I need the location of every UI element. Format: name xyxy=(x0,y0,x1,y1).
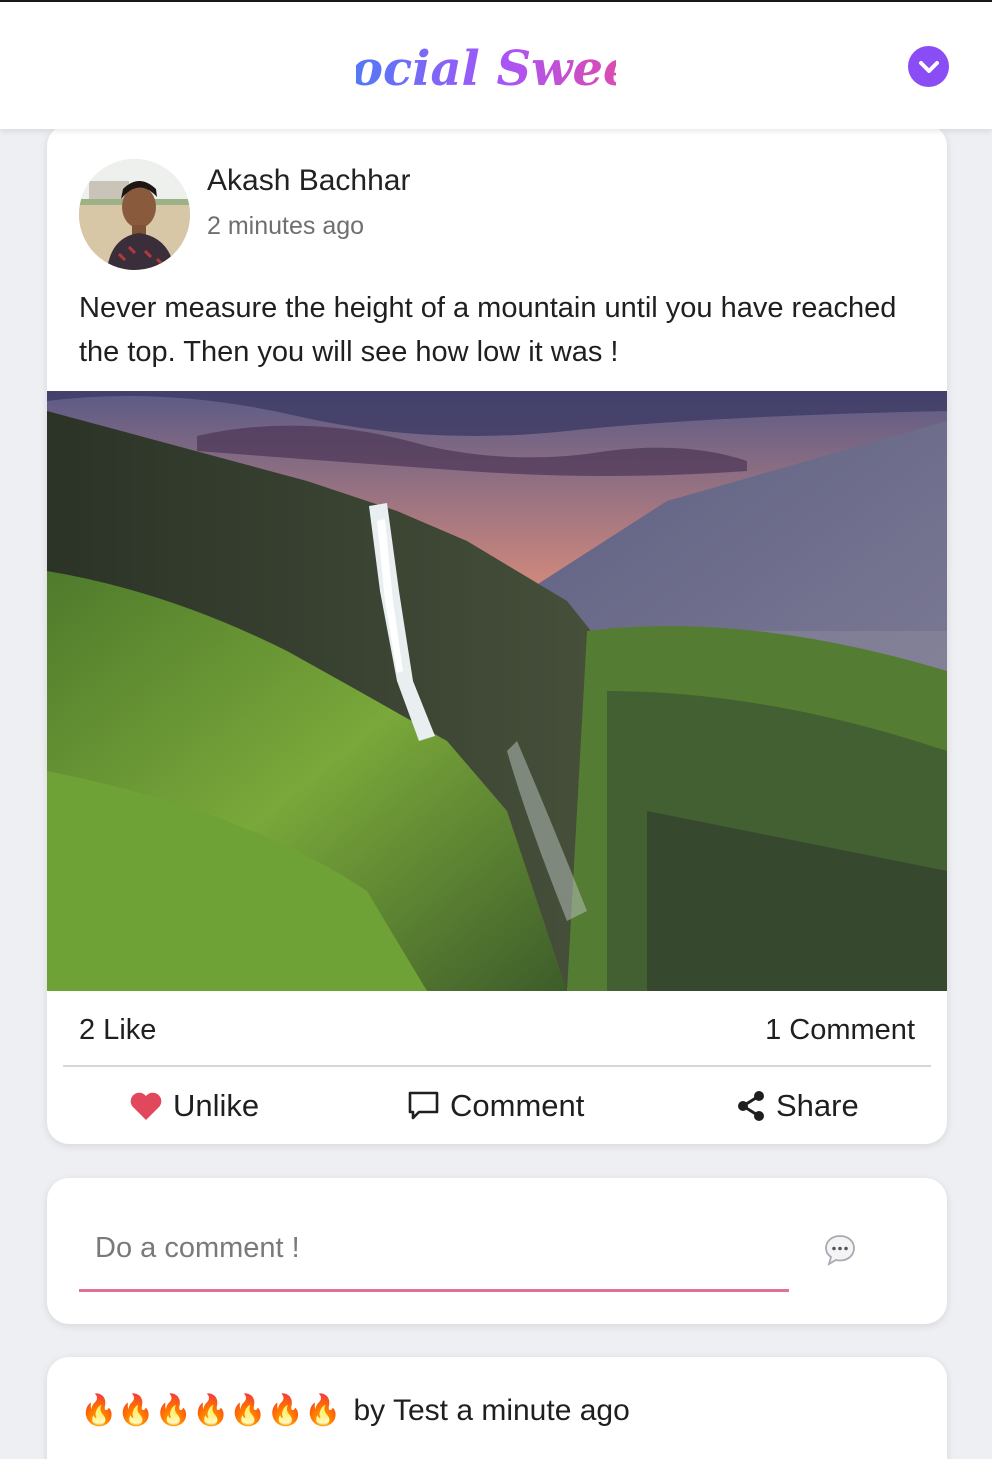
like-count[interactable]: 2 Like xyxy=(79,1014,156,1047)
post-card: Akash Bachhar 2 minutes ago Never measur… xyxy=(47,124,947,1144)
comment-count[interactable]: 1 Comment xyxy=(765,1014,915,1047)
fire-emoji-icon: 🔥🔥🔥🔥🔥🔥🔥 xyxy=(80,1394,342,1427)
unlike-label: Unlike xyxy=(173,1088,260,1123)
post-author-name[interactable]: Akash Bachhar xyxy=(207,164,410,198)
app-logo-text: Social Sweet xyxy=(356,41,616,97)
comment-meta: by Test a minute ago xyxy=(353,1393,630,1427)
chevron-down-icon xyxy=(918,60,939,73)
comment-item: 🔥🔥🔥🔥🔥🔥🔥 by Test a minute ago xyxy=(47,1357,947,1459)
comment-button[interactable]: Comment xyxy=(407,1086,584,1126)
speech-bubble-icon xyxy=(408,1091,439,1120)
avatar[interactable] xyxy=(79,159,190,270)
share-button[interactable]: Share xyxy=(736,1086,859,1126)
comment-line: 🔥🔥🔥🔥🔥🔥🔥 by Test a minute ago xyxy=(80,1393,630,1428)
post-text: Never measure the height of a mountain u… xyxy=(79,292,897,368)
comment-form-card xyxy=(47,1178,947,1324)
post-timestamp: 2 minutes ago xyxy=(207,212,365,240)
app-header: Social Sweet xyxy=(0,2,992,129)
divider xyxy=(63,1065,931,1067)
app-logo[interactable]: Social Sweet xyxy=(356,30,616,102)
comment-input-underline xyxy=(79,1289,789,1292)
menu-dropdown-button[interactable] xyxy=(908,46,949,87)
post-image xyxy=(47,391,947,991)
chat-bubble-icon[interactable] xyxy=(823,1233,857,1267)
comment-input[interactable] xyxy=(79,1222,789,1274)
share-icon xyxy=(738,1091,764,1121)
unlike-button[interactable]: Unlike xyxy=(129,1086,259,1126)
heart-icon xyxy=(130,1092,162,1120)
comment-label: Comment xyxy=(450,1088,585,1123)
share-label: Share xyxy=(776,1088,859,1123)
